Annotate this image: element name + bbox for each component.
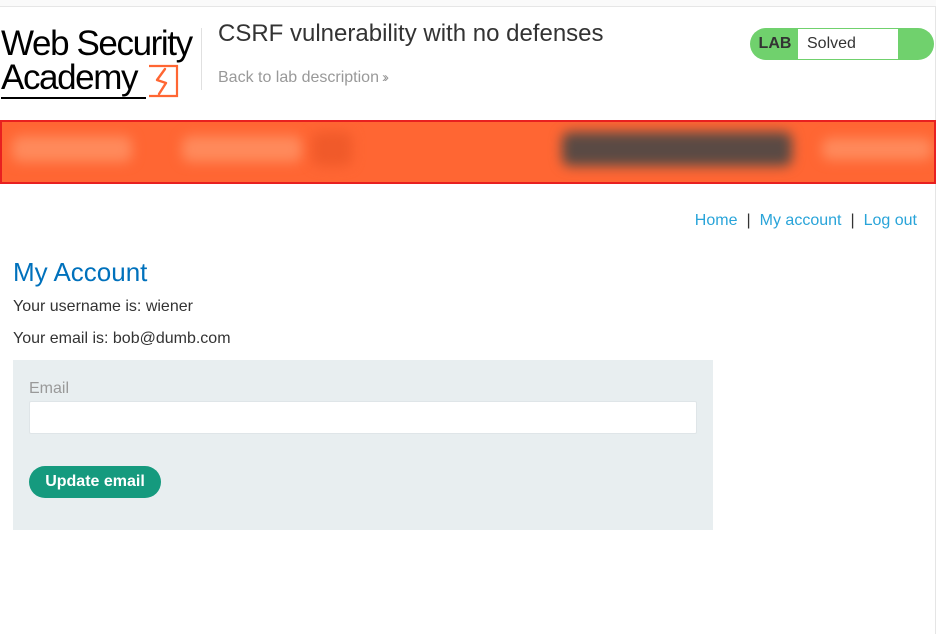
logo-line-2: Academy [1, 58, 139, 97]
email-label: Email [29, 380, 70, 397]
nav-home-link[interactable]: Home [695, 212, 738, 229]
page: Web Security Academy CSRF vulnerability … [0, 0, 936, 634]
redacted-block [182, 136, 302, 162]
logo-underline [1, 97, 146, 99]
nav-my-account-link[interactable]: My account [760, 212, 842, 229]
header-divider [201, 28, 202, 90]
nav-separator: | [746, 212, 751, 229]
email-input[interactable] [29, 401, 697, 434]
notification-banner [0, 120, 936, 184]
double-chevron-right-icon: ›› [381, 69, 389, 86]
lab-tag: LAB [758, 35, 792, 52]
lab-header: Web Security Academy CSRF vulnerability … [0, 6, 936, 118]
redacted-block [562, 132, 792, 166]
redacted-block [12, 136, 132, 162]
redacted-block [312, 132, 352, 166]
lab-state: Solved [798, 29, 898, 59]
lab-title: CSRF vulnerability with no defenses [218, 20, 604, 47]
account-nav: Home | My account | Log out [695, 212, 917, 230]
nav-log-out-link[interactable]: Log out [864, 212, 917, 229]
lab-status-badge: LAB Solved [750, 28, 934, 60]
redacted-block [822, 138, 932, 160]
back-to-lab-description-link[interactable]: Back to lab description ›› [218, 69, 389, 87]
username-info: Your username is: wiener [13, 298, 193, 315]
logo-line-1: Web Security [1, 24, 193, 63]
email-info: Your email is: bob@dumb.com [13, 330, 231, 347]
back-link-label: Back to lab description [218, 69, 379, 86]
flash-icon [149, 64, 179, 98]
web-security-academy-logo[interactable]: Web Security Academy [1, 26, 201, 100]
update-email-button[interactable]: Update email [29, 466, 161, 498]
change-email-form: Email Update email [13, 360, 713, 530]
page-heading: My Account [13, 257, 148, 287]
nav-separator: | [850, 212, 855, 229]
